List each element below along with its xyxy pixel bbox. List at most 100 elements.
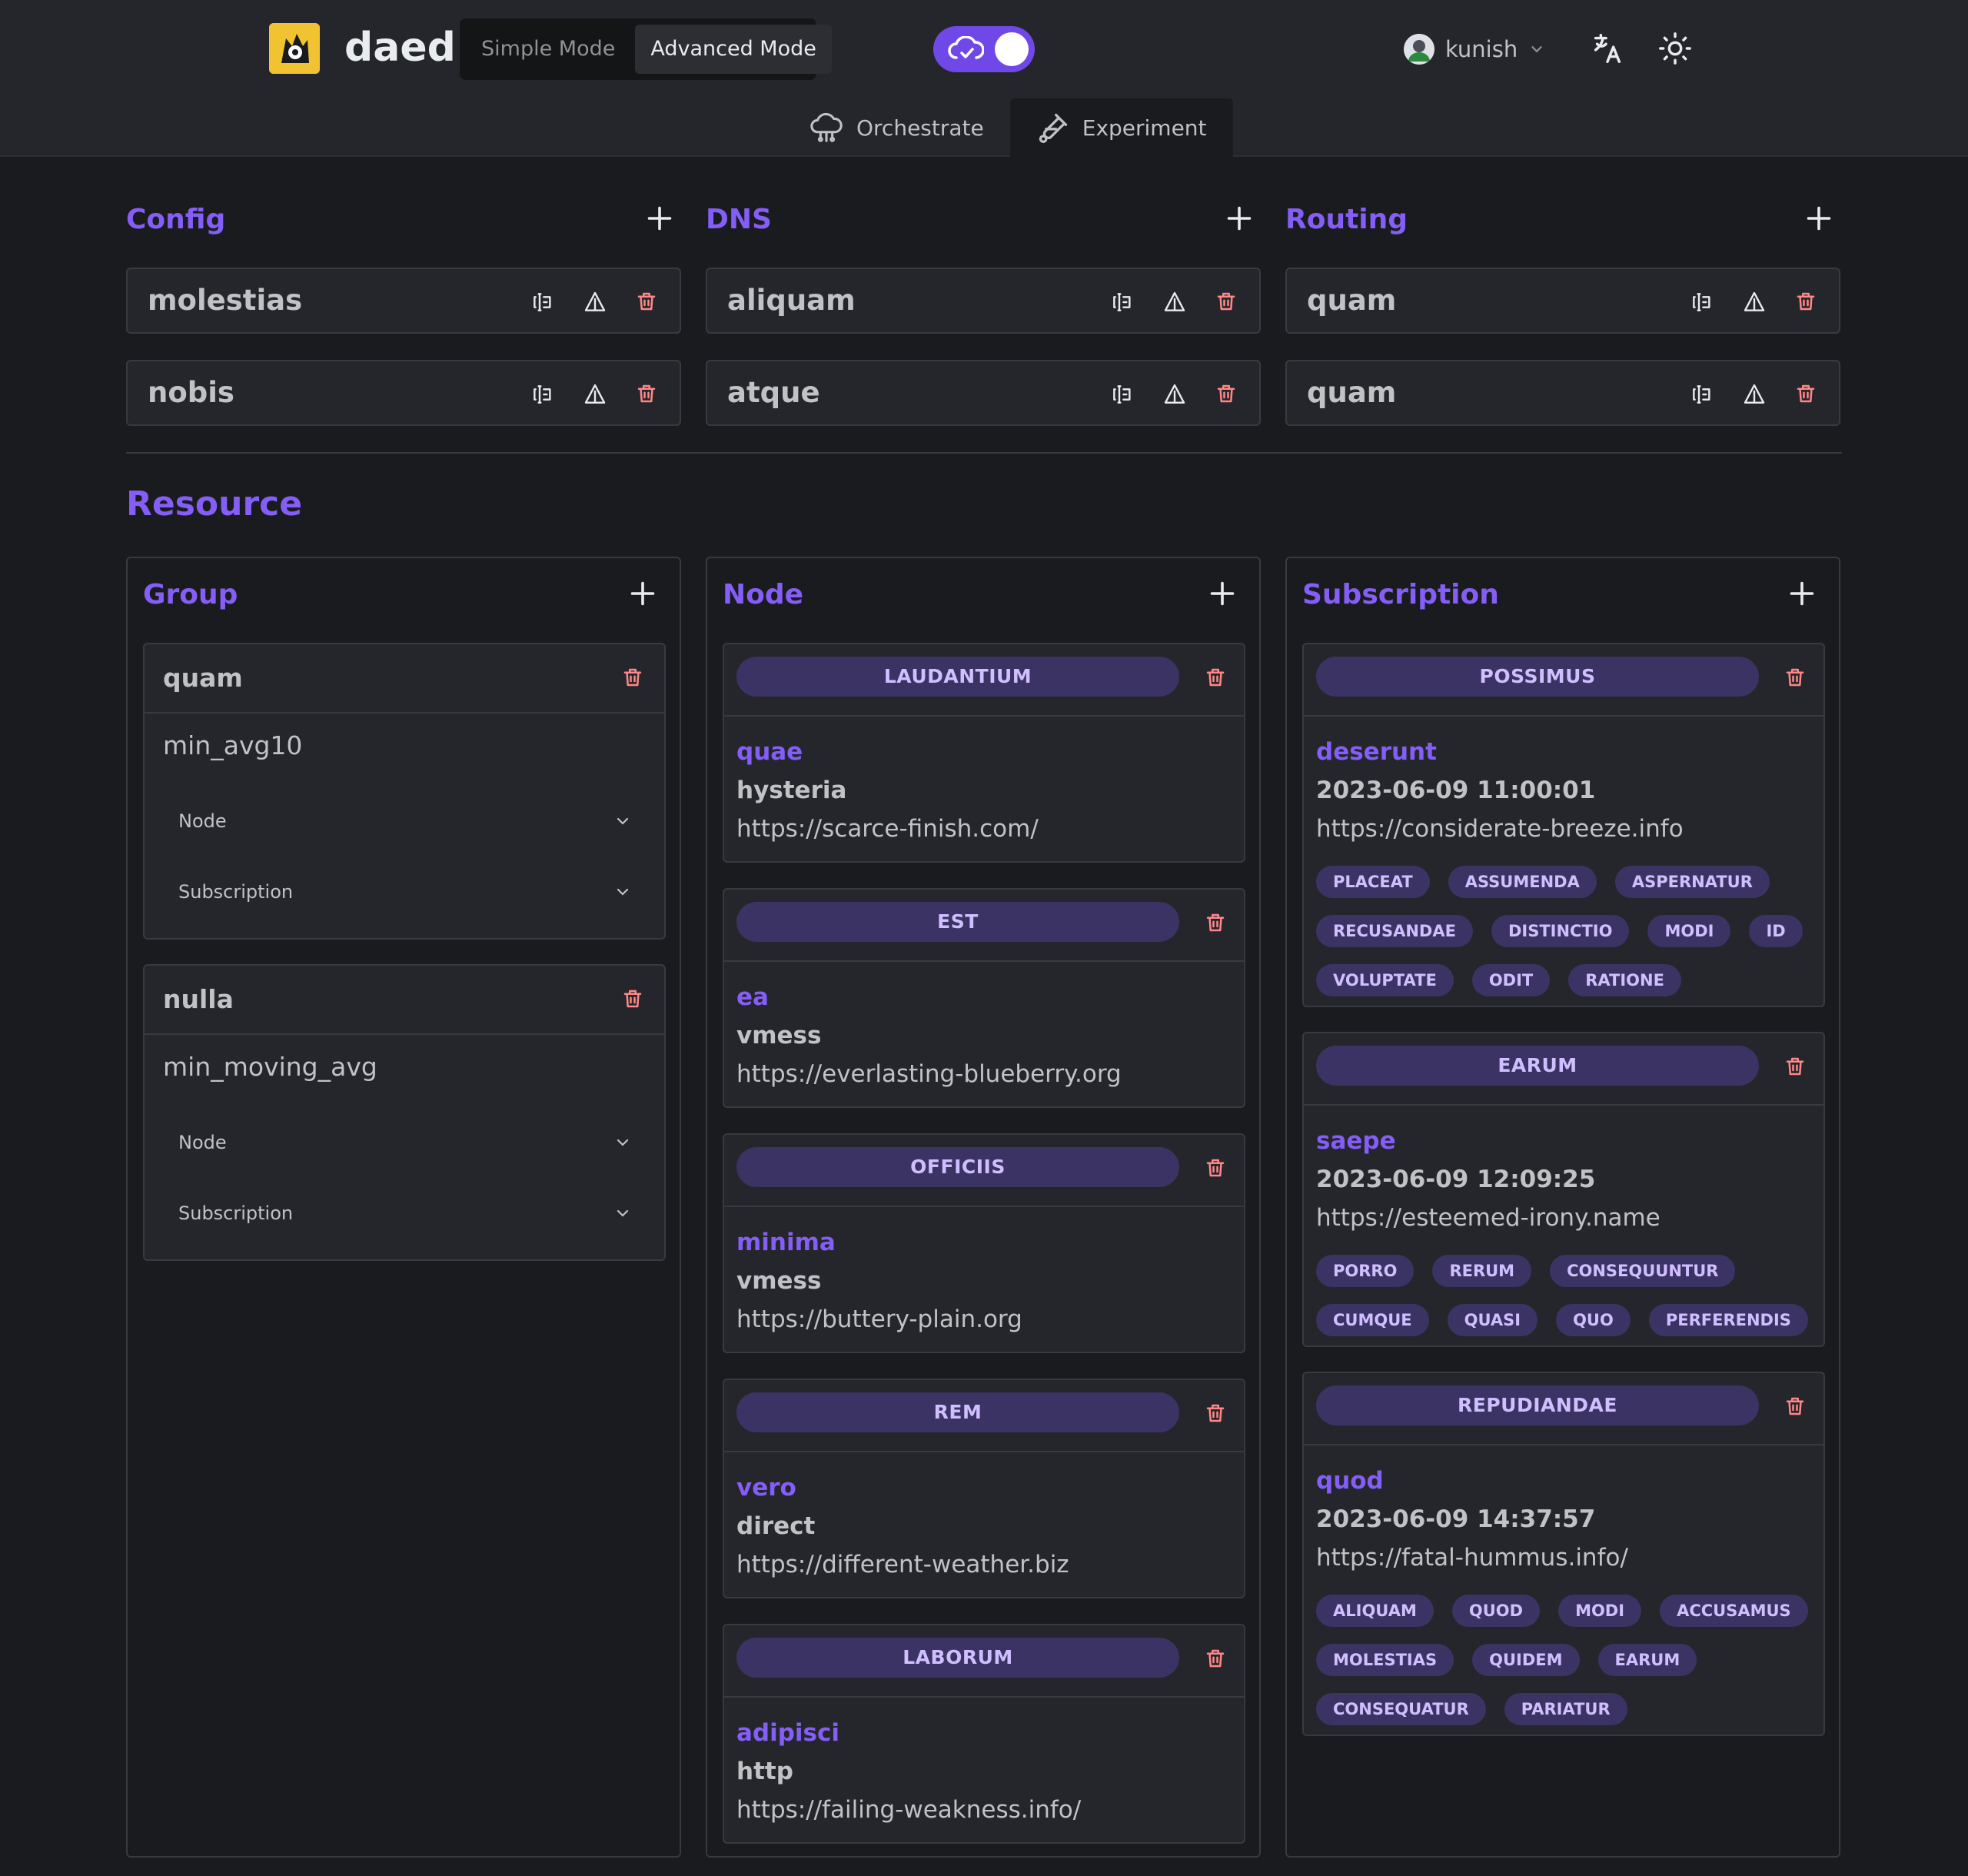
add-group-icon[interactable] (629, 580, 657, 607)
subscription-tag: ASPERNATUR (1614, 866, 1770, 898)
dns-item[interactable]: atque (706, 360, 1261, 426)
node-url: https://scarce-finish.com/ (736, 815, 1039, 843)
config-item[interactable]: nobis (126, 360, 681, 426)
trash-icon[interactable] (1204, 1156, 1227, 1179)
trash-icon[interactable] (1794, 382, 1817, 405)
language-icon[interactable] (1590, 31, 1625, 66)
trash-icon[interactable] (1215, 382, 1238, 405)
trash-icon[interactable] (1204, 666, 1227, 689)
accordion-label: Subscription (178, 1202, 294, 1224)
add-node-icon[interactable] (1208, 580, 1236, 607)
group-policy: min_moving_avg (163, 1052, 377, 1082)
chevron-down-icon (613, 812, 632, 830)
node-protocol: vmess (736, 1022, 822, 1049)
trash-icon[interactable] (1784, 1395, 1807, 1418)
routing-item-name: quam (1307, 376, 1397, 409)
select-icon[interactable] (583, 382, 607, 407)
trash-icon[interactable] (635, 290, 658, 313)
trash-icon[interactable] (1204, 1402, 1227, 1425)
chevron-down-icon (613, 1204, 632, 1222)
select-icon[interactable] (1742, 290, 1767, 314)
group-node-accordion[interactable]: Node (178, 806, 632, 837)
user-menu[interactable]: kunish (1404, 31, 1545, 68)
subscription-name: deserunt (1316, 738, 1437, 766)
node-url: https://buttery-plain.org (736, 1306, 1022, 1333)
node-protocol: http (736, 1758, 793, 1785)
add-subscription-icon[interactable] (1788, 580, 1816, 607)
routing-item[interactable]: quam (1285, 360, 1840, 426)
rename-icon[interactable] (1690, 382, 1714, 407)
app-header: daed Simple Mode Advanced Mode kunish Or… (0, 0, 1968, 157)
node-tag: EST (736, 902, 1179, 942)
subscription-tag: ODIT (1471, 964, 1551, 996)
subscription-url: https://fatal-hummus.info/ (1316, 1544, 1628, 1572)
advanced-mode-option[interactable]: Advanced Mode (635, 25, 832, 74)
mode-switch[interactable]: Simple Mode Advanced Mode (460, 18, 832, 80)
node-card-header: REM (724, 1380, 1244, 1452)
subscription-tag: ACCUSAMUS (1660, 1595, 1808, 1627)
rename-icon[interactable] (530, 290, 555, 314)
trash-icon[interactable] (621, 987, 644, 1010)
chevron-down-icon (613, 1133, 632, 1152)
subscription-tag: ASSUMENDA (1448, 866, 1597, 898)
subscription-tag: RECUSANDAE (1316, 915, 1473, 947)
cloud-check-icon (947, 36, 984, 62)
group-subscription-accordion[interactable]: Subscription (178, 1198, 632, 1229)
subscription-tag: MOLESTIAS (1316, 1644, 1454, 1676)
subscription-tag: VOLUPTATE (1316, 964, 1454, 996)
simple-mode-option[interactable]: Simple Mode (466, 25, 630, 74)
group-node-accordion[interactable]: Node (178, 1127, 632, 1158)
tab-experiment[interactable]: Experiment (1009, 98, 1233, 157)
subscription-tag: MODI (1647, 915, 1731, 947)
add-config-icon[interactable] (646, 205, 673, 232)
node-tag: LABORUM (736, 1638, 1179, 1678)
subscription-tag: QUOD (1451, 1595, 1541, 1627)
add-dns-icon[interactable] (1225, 205, 1253, 232)
subscription-tag: QUO (1556, 1304, 1631, 1336)
trash-icon[interactable] (1204, 1647, 1227, 1670)
rename-icon[interactable] (1690, 290, 1714, 314)
trash-icon[interactable] (1204, 911, 1227, 934)
select-icon[interactable] (1162, 290, 1187, 314)
dns-item[interactable]: aliquam (706, 268, 1261, 334)
select-icon[interactable] (1162, 382, 1187, 407)
trash-icon[interactable] (1794, 290, 1817, 313)
subscription-url: https://considerate-breeze.info (1316, 815, 1684, 843)
run-toggle[interactable] (933, 26, 1035, 72)
group-card: nulla min_moving_avg Node Subscription (143, 964, 666, 1261)
trash-icon[interactable] (1784, 1055, 1807, 1078)
node-name: quae (736, 738, 803, 766)
node-url: https://failing-weakness.info/ (736, 1796, 1082, 1824)
trash-icon[interactable] (1215, 290, 1238, 313)
node-card: EST ea vmess https://everlasting-blueberry.… (723, 888, 1245, 1108)
subscription-card: REPUDIANDAE quod 2023-06-09 14:37:57 https:… (1302, 1372, 1825, 1736)
routing-item[interactable]: quam (1285, 268, 1840, 334)
toggle-knob (995, 32, 1029, 66)
subscription-card: POSSIMUS deserunt 2023-06-09 11:00:01 https… (1302, 643, 1825, 1007)
subscription-badge: POSSIMUS (1316, 657, 1759, 697)
subscription-tag: RATIONE (1568, 964, 1681, 996)
node-card-header: OFFICIIS (724, 1135, 1244, 1207)
config-item[interactable]: molestias (126, 268, 681, 334)
select-icon[interactable] (583, 290, 607, 314)
tab-orchestrate-label: Orchestrate (856, 115, 984, 141)
trash-icon[interactable] (635, 382, 658, 405)
group-subscription-accordion[interactable]: Subscription (178, 876, 632, 907)
subscription-tag: CONSEQUATUR (1316, 1693, 1486, 1725)
subscription-name: saepe (1316, 1127, 1396, 1155)
trash-icon[interactable] (1784, 666, 1807, 689)
rename-icon[interactable] (1110, 382, 1135, 407)
tab-orchestrate[interactable]: Orchestrate (783, 98, 1010, 157)
sun-icon[interactable] (1657, 31, 1693, 66)
rename-icon[interactable] (1110, 290, 1135, 314)
subscription-badge: EARUM (1316, 1046, 1759, 1086)
avatar (1404, 34, 1434, 65)
user-name: kunish (1445, 36, 1518, 62)
app-name: daed (344, 25, 456, 71)
add-routing-icon[interactable] (1805, 205, 1833, 232)
app-logo (269, 23, 320, 74)
trash-icon[interactable] (621, 666, 644, 689)
select-icon[interactable] (1742, 382, 1767, 407)
subscription-tag: MODI (1558, 1595, 1642, 1627)
rename-icon[interactable] (530, 382, 555, 407)
